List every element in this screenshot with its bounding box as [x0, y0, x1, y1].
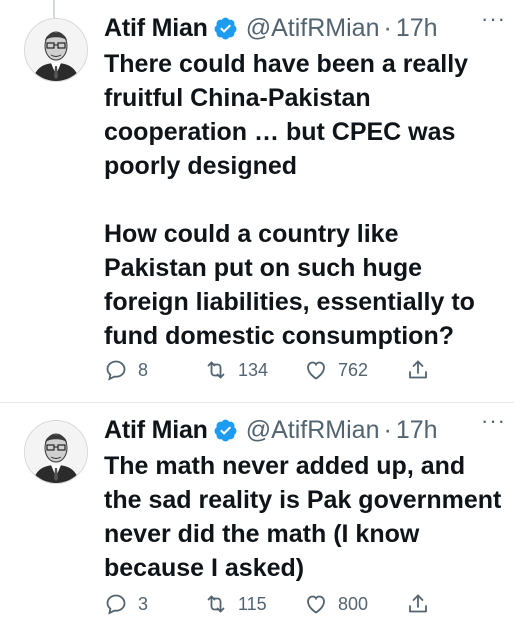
avatar-portrait-icon: [25, 19, 87, 81]
heart-icon: [307, 595, 325, 614]
author-name[interactable]: Atif Mian: [104, 14, 208, 43]
avatar[interactable]: [24, 420, 88, 484]
reply-button[interactable]: 8: [104, 358, 148, 382]
like-count: 762: [338, 359, 369, 380]
more-options-icon[interactable]: ···: [481, 6, 506, 32]
reply-count: 3: [138, 593, 149, 614]
tweet[interactable]: Atif Mian @AtifRMian · 17h ··· The math …: [0, 402, 514, 640]
verified-badge-icon: [214, 17, 237, 39]
reply-count: 8: [138, 359, 149, 380]
avatar-portrait-icon: [25, 421, 87, 483]
separator-dot: ·: [383, 13, 392, 42]
retweet-button[interactable]: 115: [204, 592, 267, 616]
retweet-count: 134: [238, 359, 269, 380]
heart-icon: [307, 361, 325, 380]
timestamp[interactable]: 17h: [396, 14, 438, 43]
tweet-header: Atif Mian @AtifRMian · 17h: [104, 412, 504, 448]
share-icon: [409, 594, 427, 613]
reply-icon: [106, 360, 126, 381]
verified-badge-icon: [214, 419, 237, 441]
like-button[interactable]: 762: [304, 358, 368, 382]
separator-dot: ·: [383, 415, 392, 444]
share-button[interactable]: [406, 592, 430, 616]
retweet-button[interactable]: 134: [204, 358, 268, 382]
avatar[interactable]: [24, 18, 88, 82]
like-count: 800: [338, 593, 369, 614]
like-button[interactable]: 800: [304, 592, 368, 616]
tweet-text: The math never added up, and the sad rea…: [104, 452, 502, 582]
tweet-actions: 8 134 762: [104, 358, 434, 388]
author-handle[interactable]: @AtifRMian: [246, 416, 380, 445]
retweet-icon: [207, 361, 225, 379]
author-handle[interactable]: @AtifRMian: [246, 14, 380, 43]
reply-icon: [106, 594, 126, 615]
retweet-icon: [207, 595, 225, 613]
retweet-count: 115: [238, 593, 267, 614]
share-button[interactable]: [406, 358, 430, 382]
author-name[interactable]: Atif Mian: [104, 416, 208, 445]
tweet[interactable]: Atif Mian @AtifRMian · 17h ··· There cou…: [0, 0, 514, 402]
tweet-header: Atif Mian @AtifRMian · 17h: [104, 10, 504, 46]
share-icon: [409, 360, 427, 379]
more-options-icon[interactable]: ···: [481, 408, 506, 434]
tweet-text: There could have been a really fruitful …: [104, 50, 475, 350]
tweet-actions: 3 115 800: [104, 592, 434, 622]
timestamp[interactable]: 17h: [396, 416, 438, 445]
reply-button[interactable]: 3: [104, 592, 148, 616]
